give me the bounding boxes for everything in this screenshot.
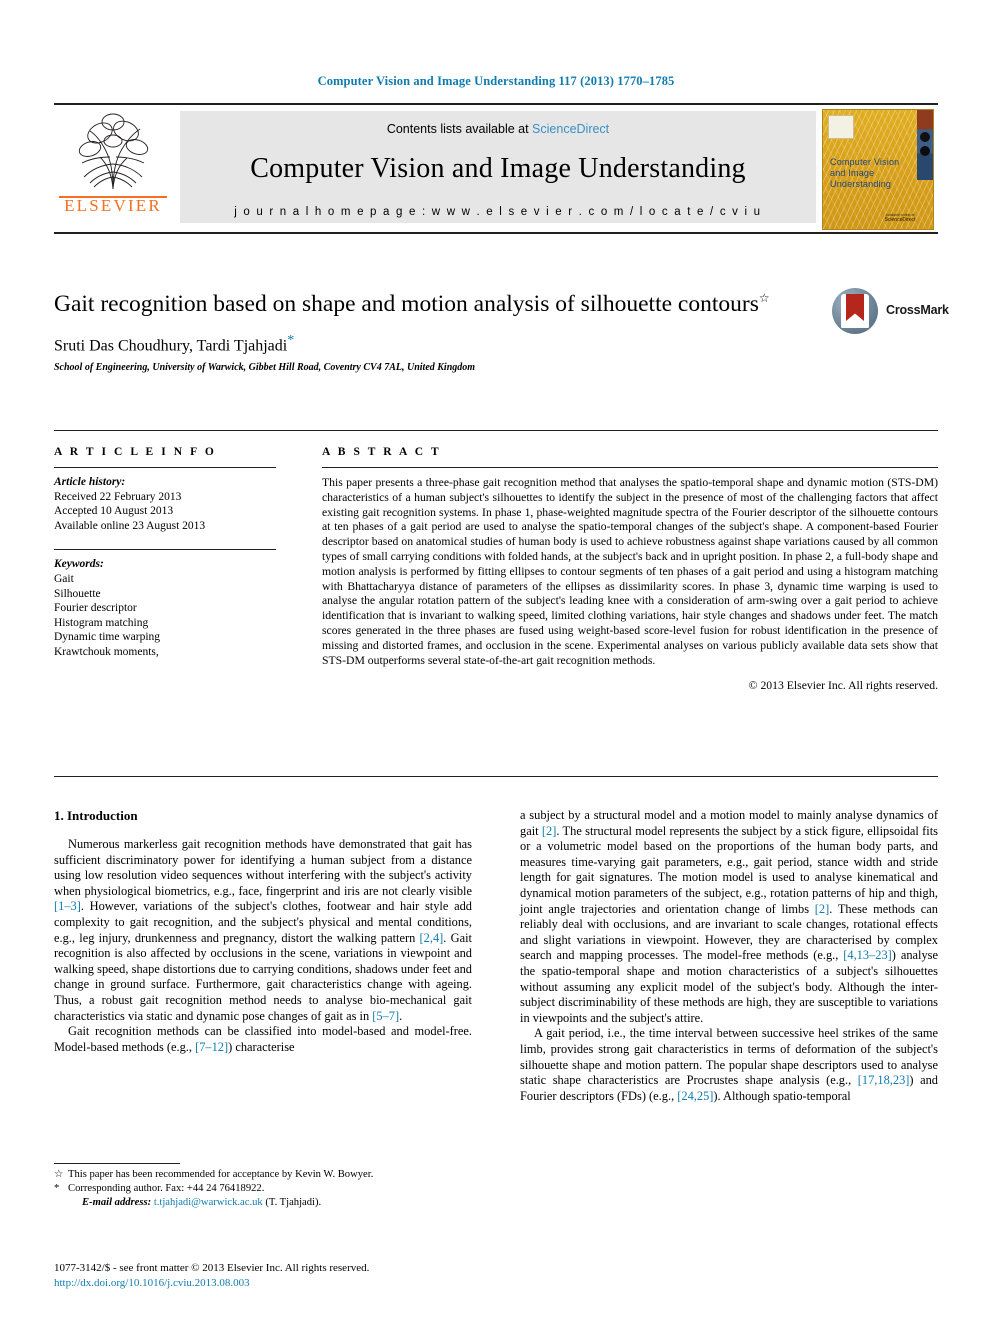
cover-footer: Available online at ScienceDirect: [871, 213, 929, 223]
issn-footer: 1077-3142/$ - see front matter © 2013 El…: [54, 1261, 494, 1290]
article-history-group: Article history: Received 22 February 20…: [54, 475, 276, 533]
citation-ref[interactable]: [1–3]: [54, 899, 81, 913]
contents-prefix: Contents lists available at: [386, 122, 533, 136]
footnote-item: ☆ This paper has been recommended for acc…: [54, 1168, 474, 1182]
title-footnote-marker[interactable]: ☆: [759, 291, 770, 305]
body-column-left: 1. Introduction Numerous markerless gait…: [54, 808, 472, 1055]
body-column-right: a subject by a structural model and a mo…: [520, 808, 938, 1104]
cover-footer-line-2: ScienceDirect: [884, 217, 916, 223]
journal-title: Computer Vision and Image Understanding: [250, 153, 746, 184]
crossmark-badge[interactable]: CrossMark: [832, 288, 949, 340]
title-block: Gait recognition based on shape and moti…: [54, 283, 814, 373]
crossmark-circle-icon: [832, 288, 878, 334]
elsevier-logo: ELSEVIER: [54, 109, 172, 227]
cover-title-line-3: Understanding: [830, 179, 892, 189]
doi-link[interactable]: http://dx.doi.org/10.1016/j.cviu.2013.08…: [54, 1276, 494, 1291]
paragraph: a subject by a structural model and a mo…: [520, 808, 938, 1026]
cover-title-line-1: Computer Vision: [830, 157, 900, 167]
keyword-item: Silhouette: [54, 587, 101, 600]
footnote-marker: ☆: [54, 1169, 64, 1180]
footnote-marker: *: [54, 1183, 60, 1194]
para-text: ) characterise: [228, 1039, 295, 1054]
author-list: Sruti Das Choudhury, Tardi Tjahjadi*: [54, 333, 814, 355]
cover-dot-icon: [920, 146, 930, 156]
cover-title: Computer Vision and Image Understanding: [830, 157, 924, 190]
citation-ref[interactable]: [17,18,23]: [858, 1073, 910, 1087]
section-heading-introduction: 1. Introduction: [54, 808, 138, 823]
paragraph: Numerous markerless gait recognition met…: [54, 837, 472, 1024]
para-text: .: [399, 1008, 403, 1023]
history-item-available: Available online 23 August 2013: [54, 519, 206, 532]
corresponding-author-marker[interactable]: *: [287, 333, 294, 348]
footnote-rule: [54, 1163, 180, 1164]
abstract-text: This paper presents a three-phase gait r…: [322, 476, 938, 667]
abstract-bottom-rule: [54, 776, 938, 777]
abstract-rule: [322, 467, 938, 468]
affiliation: School of Engineering, University of War…: [54, 362, 476, 374]
cover-dot-icon: [920, 132, 930, 142]
paper-title-text: Gait recognition based on shape and moti…: [54, 290, 759, 317]
citation-ref[interactable]: [24,25]: [677, 1089, 713, 1103]
para-text: Numerous markerless gait recognition met…: [54, 837, 472, 898]
keywords-label: Keywords:: [54, 558, 104, 571]
crossmark-label: CrossMark: [886, 303, 949, 317]
history-item-received: Received 22 February 2013: [54, 490, 182, 503]
article-info-heading: A R T I C L E I N F O: [54, 446, 217, 458]
footnote-item: * Corresponding author. Fax: +44 24 76418…: [54, 1182, 474, 1196]
keyword-item: Histogram matching: [54, 616, 149, 629]
citation-ref[interactable]: [2]: [542, 824, 556, 838]
abstract-column: A B S T R A C T This paper presents a th…: [322, 446, 938, 692]
journal-cover-thumbnail: Computer Vision and Image Understanding …: [822, 109, 934, 230]
abstract-copyright: © 2013 Elsevier Inc. All rights reserved…: [748, 679, 938, 693]
para-text: . However, variations of the subject's c…: [54, 899, 472, 945]
email-link[interactable]: t.tjahjadi@warwick.ac.uk: [154, 1197, 263, 1208]
article-info-column: A R T I C L E I N F O Article history: R…: [54, 446, 276, 660]
info-abstract-top-rule: [54, 430, 938, 431]
citation-ref[interactable]: [7–12]: [195, 1040, 228, 1054]
keywords-rule: [54, 549, 276, 551]
elsevier-wordmark: ELSEVIER: [64, 196, 162, 215]
keywords-group: Keywords: Gait Silhouette Fourier descri…: [54, 557, 276, 659]
paragraph: A gait period, i.e., the time interval b…: [520, 1026, 938, 1104]
citation-ref[interactable]: [4,13–23]: [843, 948, 892, 962]
journal-masthead: ELSEVIER Contents lists available at Sci…: [54, 103, 938, 234]
email-address-label: E-mail address:: [82, 1197, 152, 1208]
history-item-accepted: Accepted 10 August 2013: [54, 505, 174, 518]
cover-elsevier-mark-icon: [828, 115, 854, 139]
cover-title-line-2: and Image: [830, 168, 875, 178]
article-info-rule: [54, 467, 276, 468]
sciencedirect-link[interactable]: ScienceDirect: [532, 122, 609, 136]
para-text: ). Although spatio-temporal: [713, 1088, 851, 1103]
citation-ref[interactable]: [5–7]: [372, 1009, 399, 1023]
journal-homepage[interactable]: j o u r n a l h o m e p a g e : w w w . …: [180, 206, 816, 218]
author-names: Sruti Das Choudhury, Tardi Tjahjadi: [54, 337, 288, 355]
footnote-email-item: E-mail address: t.tjahjadi@warwick.ac.uk…: [54, 1196, 474, 1210]
keyword-item: Gait: [54, 572, 74, 585]
citation-ref[interactable]: [2,4]: [420, 931, 444, 945]
issn-line: 1077-3142/$ - see front matter © 2013 El…: [54, 1262, 370, 1274]
paper-page: Computer Vision and Image Understanding …: [0, 0, 992, 1323]
footnote-text: This paper has been recommended for acce…: [68, 1169, 374, 1180]
keyword-item: Fourier descriptor: [54, 602, 137, 615]
page-title: Gait recognition based on shape and moti…: [54, 283, 814, 319]
running-head: Computer Vision and Image Understanding …: [317, 74, 675, 88]
paragraph: Gait recognition methods can be classifi…: [54, 1024, 472, 1055]
keyword-item: Dynamic time warping: [54, 631, 161, 644]
article-history-label: Article history:: [54, 476, 126, 488]
abstract-heading: A B S T R A C T: [322, 446, 442, 458]
citation-ref[interactable]: [2]: [815, 902, 829, 916]
footnote-text: Corresponding author. Fax: +44 24 764189…: [68, 1183, 265, 1194]
contents-available-line: Contents lists available at ScienceDirec…: [180, 111, 816, 136]
masthead-center: Contents lists available at ScienceDirec…: [180, 111, 816, 223]
footnotes-block: ☆ This paper has been recommended for acc…: [54, 1168, 474, 1210]
email-suffix: (T. Tjahjadi).: [265, 1197, 322, 1208]
keyword-item: Krawtchouk moments,: [54, 645, 159, 658]
elsevier-tree-icon: [78, 113, 149, 190]
